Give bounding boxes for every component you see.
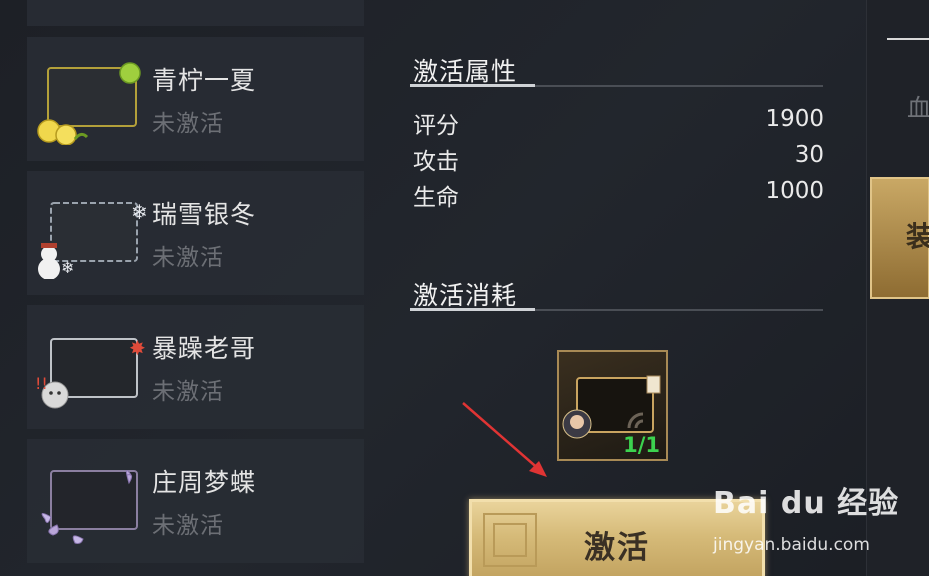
attribute-value: 30 [794, 142, 824, 168]
frame-list: 青柠一夏 未激活 ❄ ❄ 瑞雪银冬 未激活 ✸ !! 暴躁老哥 未激活 庄周梦蝶… [0, 0, 380, 576]
cost-item-slot[interactable]: 1/1 [557, 350, 668, 461]
attribute-row-life: 生命 1000 [413, 178, 824, 211]
attribute-value: 1900 [765, 106, 824, 132]
red-arrow-icon [462, 402, 547, 477]
frame-status: 未激活 [152, 111, 224, 137]
frame-status: 未激活 [152, 245, 224, 271]
attribute-key: 攻击 [413, 149, 459, 175]
right-panel-gold-tab[interactable]: 装 [870, 177, 929, 299]
attributes-divider [410, 84, 823, 87]
frame-name: 瑞雪银冬 [152, 200, 257, 229]
lemon-frame-icon [35, 55, 155, 146]
frame-name: 暴躁老哥 [152, 334, 257, 363]
cost-count: 1/1 [623, 433, 660, 457]
attribute-value: 1000 [765, 178, 824, 204]
list-item-frame-0[interactable]: 青柠一夏 未激活 [27, 37, 364, 161]
snow-frame-icon: ❄ ❄ [35, 189, 155, 280]
frame-name: 青柠一夏 [152, 66, 257, 95]
list-item-frame-2[interactable]: ✸ !! 暴躁老哥 未激活 [27, 305, 364, 429]
attribute-key: 生命 [413, 185, 459, 211]
watermark-url: jingyan.baidu.com [713, 535, 870, 555]
attribute-row-score: 评分 1900 [413, 106, 824, 139]
svg-text:!!: !! [35, 374, 48, 393]
attribute-row-attack: 攻击 30 [413, 142, 824, 175]
butterfly-frame-icon [35, 457, 155, 547]
svg-text:✸: ✸ [129, 336, 146, 360]
right-panel-gold-text: 装 [906, 220, 929, 253]
frame-name: 庄周梦蝶 [152, 468, 257, 497]
list-item-frame-1[interactable]: ❄ ❄ 瑞雪银冬 未激活 [27, 171, 364, 295]
watermark: Bai du 经验 jingyan.baidu.com [713, 478, 913, 558]
frame-status: 未激活 [152, 513, 224, 539]
svg-text:❄: ❄ [61, 258, 74, 277]
cost-title: 激活消耗 [413, 281, 518, 310]
watermark-logo: Bai du 经验 [713, 486, 900, 521]
right-panel-divider [887, 38, 929, 40]
cost-divider [410, 308, 823, 311]
svg-text:❄: ❄ [131, 200, 148, 224]
attributes-title: 激活属性 [413, 57, 518, 86]
list-item-partial[interactable] [27, 0, 364, 26]
list-item-frame-3[interactable]: 庄周梦蝶 未激活 [27, 439, 364, 563]
right-panel-label[interactable]: 血 [907, 88, 929, 123]
angry-frame-icon: ✸ !! [35, 323, 155, 413]
attribute-key: 评分 [413, 113, 459, 139]
frame-status: 未激活 [152, 379, 224, 405]
